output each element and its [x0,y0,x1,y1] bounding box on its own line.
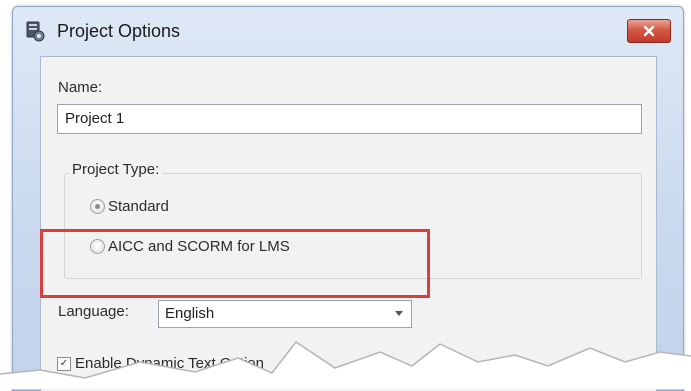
name-label: Name: [58,79,103,96]
close-button[interactable] [627,19,671,43]
language-dropdown[interactable]: English [158,300,412,328]
radio-standard[interactable]: Standard [90,198,169,215]
enable-dynamic-text-checkbox[interactable]: ✓ Enable Dynamic Text Option [57,355,264,372]
chevron-down-icon[interactable] [395,311,403,316]
language-label: Language: [58,303,129,320]
window-title: Project Options [57,21,181,41]
radio-standard-label: Standard [108,198,169,215]
partial-description-text: n text blo [449,373,510,390]
checkbox-checked[interactable]: ✓ [57,356,71,371]
language-highlight-box [40,229,430,298]
enable-dynamic-text-label: Enable Dynamic Text Option [75,355,264,372]
radio-button-checked[interactable] [90,199,105,214]
name-input[interactable]: Project 1 [57,104,642,134]
project-type-legend: Project Type: [69,161,163,178]
language-value: English [165,305,215,322]
project-options-dialog: Project Options Name: Project 1 Project … [12,6,684,391]
project-options-icon [26,21,45,42]
close-icon [643,25,655,37]
dialog-content: Name: Project 1 Project Type: Standard A… [40,56,657,391]
title-bar[interactable]: Project Options [13,7,683,55]
